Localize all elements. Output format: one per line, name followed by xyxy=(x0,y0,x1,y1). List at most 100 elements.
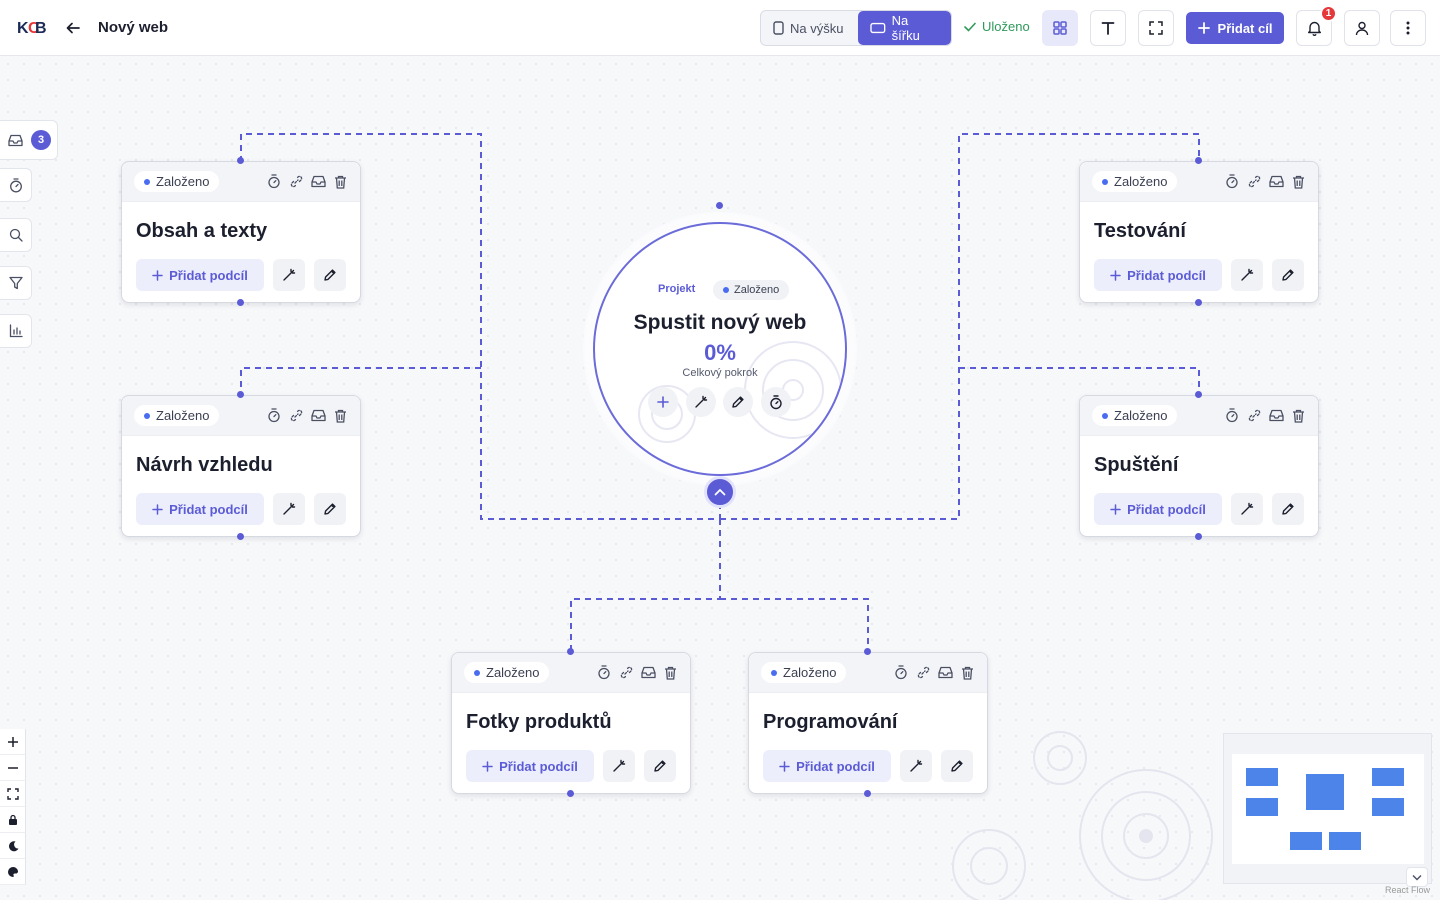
edit-goal-button[interactable] xyxy=(644,750,676,782)
inbox-icon[interactable] xyxy=(310,408,326,424)
inbox-icon[interactable] xyxy=(310,174,326,190)
ai-suggest-button[interactable] xyxy=(1231,259,1263,291)
ai-suggest-button[interactable] xyxy=(273,493,305,525)
inbox-icon[interactable] xyxy=(1268,408,1284,424)
trash-icon[interactable] xyxy=(1290,174,1306,190)
inbox-icon[interactable] xyxy=(640,665,656,681)
goal-handle-top[interactable] xyxy=(567,648,574,655)
inbox-icon[interactable] xyxy=(1268,174,1284,190)
lock-button[interactable] xyxy=(0,807,26,833)
text-tool-button[interactable] xyxy=(1090,10,1126,46)
goal-handle-top[interactable] xyxy=(237,391,244,398)
layout-grid-button[interactable] xyxy=(1042,10,1078,46)
saved-label: Uloženo xyxy=(982,19,1030,34)
trash-icon[interactable] xyxy=(662,665,678,681)
edit-goal-button[interactable] xyxy=(1272,493,1304,525)
filter-tool[interactable] xyxy=(0,266,32,300)
edit-goal-button[interactable] xyxy=(314,493,346,525)
goal-handle-bottom[interactable] xyxy=(237,299,244,306)
goal-card[interactable]: Založeno Spuštění Přidat podcíl xyxy=(1079,395,1319,537)
goal-card[interactable]: Založeno Fotky produktů Přidat podcíl xyxy=(451,652,691,794)
trash-icon[interactable] xyxy=(1290,408,1306,424)
goal-handle-bottom[interactable] xyxy=(237,533,244,540)
goal-card[interactable]: Založeno Programování Přidat podcíl xyxy=(748,652,988,794)
view-portrait-button[interactable]: Na výšku xyxy=(761,11,858,45)
trash-icon[interactable] xyxy=(332,174,348,190)
goal-card[interactable]: Založeno Návrh vzhledu Přidat podcíl xyxy=(121,395,361,537)
root-add-button[interactable] xyxy=(648,387,678,417)
more-menu-button[interactable] xyxy=(1390,10,1426,46)
timer-icon[interactable] xyxy=(893,665,909,681)
goal-handle-top[interactable] xyxy=(237,157,244,164)
zoom-out-button[interactable] xyxy=(0,755,26,781)
ai-suggest-button[interactable] xyxy=(603,750,635,782)
profile-button[interactable] xyxy=(1344,10,1380,46)
link-icon[interactable] xyxy=(1246,174,1262,190)
timer-icon[interactable] xyxy=(266,408,282,424)
trash-icon[interactable] xyxy=(959,665,975,681)
trash-icon[interactable] xyxy=(332,408,348,424)
status-badge[interactable]: Založeno xyxy=(134,405,220,426)
goal-card[interactable]: Založeno Testování Přidat podcíl xyxy=(1079,161,1319,303)
goal-handle-bottom[interactable] xyxy=(1195,299,1202,306)
link-icon[interactable] xyxy=(915,665,931,681)
edit-goal-button[interactable] xyxy=(314,259,346,291)
collapse-children-button[interactable] xyxy=(704,476,736,508)
fullscreen-button[interactable] xyxy=(1138,10,1174,46)
minimap-toggle-button[interactable] xyxy=(1406,867,1428,887)
ai-suggest-button[interactable] xyxy=(900,750,932,782)
theme-button[interactable] xyxy=(0,833,26,859)
minimap-node xyxy=(1372,768,1404,786)
goal-handle-bottom[interactable] xyxy=(864,790,871,797)
status-label: Založeno xyxy=(156,408,210,423)
root-ai-button[interactable] xyxy=(686,387,716,417)
add-goal-button[interactable]: Přidat cíl xyxy=(1186,12,1284,44)
edit-goal-button[interactable] xyxy=(1272,259,1304,291)
goal-handle-bottom[interactable] xyxy=(1195,533,1202,540)
ai-suggest-button[interactable] xyxy=(273,259,305,291)
timer-icon[interactable] xyxy=(596,665,612,681)
status-badge[interactable]: Založeno xyxy=(1092,171,1178,192)
status-badge[interactable]: Založeno xyxy=(134,171,220,192)
ai-suggest-button[interactable] xyxy=(1231,493,1263,525)
view-landscape-button[interactable]: Na šířku xyxy=(857,11,951,45)
goal-handle-top[interactable] xyxy=(864,648,871,655)
inbox-tool[interactable]: 3 xyxy=(0,120,58,160)
goal-handle-top[interactable] xyxy=(1195,157,1202,164)
timer-icon[interactable] xyxy=(266,174,282,190)
chevron-down-icon xyxy=(1412,874,1422,880)
status-badge[interactable]: Založeno xyxy=(1092,405,1178,426)
root-edit-button[interactable] xyxy=(723,387,753,417)
status-badge[interactable]: Založeno xyxy=(761,662,847,683)
palette-button[interactable] xyxy=(0,859,26,885)
add-subgoal-button[interactable]: Přidat podcíl xyxy=(136,493,264,525)
add-subgoal-button[interactable]: Přidat podcíl xyxy=(1094,493,1222,525)
stats-tool[interactable] xyxy=(0,314,32,348)
timer-icon[interactable] xyxy=(1224,174,1240,190)
plus-icon xyxy=(1197,22,1210,34)
goal-card[interactable]: Založeno Obsah a texty Přidat podcíl xyxy=(121,161,361,303)
fit-view-button[interactable] xyxy=(0,781,26,807)
status-badge[interactable]: Založeno xyxy=(464,662,550,683)
minimap[interactable] xyxy=(1223,733,1432,884)
back-button[interactable] xyxy=(62,17,84,39)
search-tool[interactable] xyxy=(0,218,32,252)
goal-handle-bottom[interactable] xyxy=(567,790,574,797)
add-subgoal-button[interactable]: Přidat podcíl xyxy=(763,750,891,782)
add-subgoal-button[interactable]: Přidat podcíl xyxy=(136,259,264,291)
timer-tool[interactable] xyxy=(0,168,32,202)
minimap-viewport[interactable] xyxy=(1232,754,1424,864)
link-icon[interactable] xyxy=(288,408,304,424)
edit-goal-button[interactable] xyxy=(941,750,973,782)
link-icon[interactable] xyxy=(618,665,634,681)
link-icon[interactable] xyxy=(1246,408,1262,424)
zoom-in-button[interactable] xyxy=(0,729,26,755)
inbox-icon[interactable] xyxy=(937,665,953,681)
add-subgoal-button[interactable]: Přidat podcíl xyxy=(466,750,594,782)
root-timer-button[interactable] xyxy=(761,387,791,417)
goal-handle-top[interactable] xyxy=(1195,391,1202,398)
link-icon[interactable] xyxy=(288,174,304,190)
add-subgoal-button[interactable]: Přidat podcíl xyxy=(1094,259,1222,291)
timer-icon[interactable] xyxy=(1224,408,1240,424)
root-handle-top[interactable] xyxy=(716,202,723,209)
